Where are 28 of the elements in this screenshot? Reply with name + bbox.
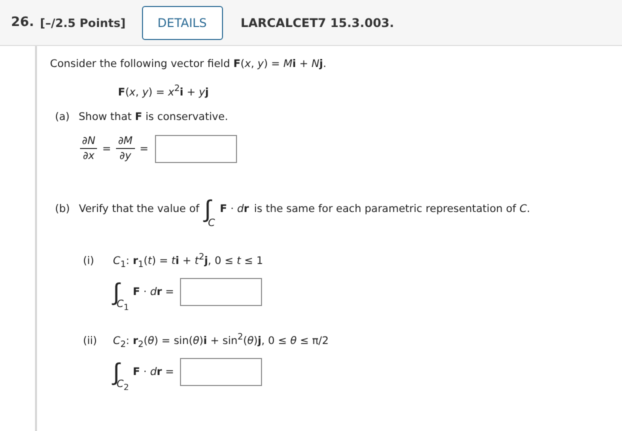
fraction-numerator: ∂M	[116, 135, 135, 149]
question-number: 26.	[11, 15, 34, 30]
integral-sign: ∫	[204, 194, 211, 222]
details-button[interactable]: DETAILS	[142, 6, 223, 40]
subpart-label: (ii)	[83, 334, 98, 347]
answer-field[interactable]	[180, 358, 262, 386]
fraction-denominator: ∂x	[82, 149, 94, 162]
equals-sign: =	[140, 142, 148, 154]
problem-code: LARCALCET7 15.3.003.	[240, 16, 394, 30]
answer-field[interactable]	[155, 134, 238, 162]
curve-formula: C$_{1}$: r$_{1}$(t) = ti + t$^{2}$j, 0 ≤ t ≤ 1	[113, 255, 264, 267]
curve-formula: C$_{2}$: r$_{2}$(θ) = sin(θ)i + sin$^{2}$(θ)j, 0 ≤ θ ≤ π/2	[113, 334, 329, 347]
points-label: [–/2.5 Points]	[40, 16, 126, 30]
fraction-denominator: ∂y	[120, 149, 132, 162]
equals-sign: =	[102, 142, 112, 154]
integrand: F · dr	[220, 202, 249, 214]
integrand: F · dr =	[132, 286, 174, 298]
part-text: Verify that the value of	[78, 202, 200, 214]
part-text: Show that F is conservative.	[78, 110, 228, 122]
part-label: (b)	[55, 202, 70, 214]
integrand: F · dr =	[132, 366, 174, 378]
part-label: (a)	[55, 110, 70, 122]
fraction-numerator: ∂N	[80, 135, 98, 149]
question-text: Consider the following vector field F(x, y) = Mi + Nj.	[50, 58, 328, 70]
subpart-label: (i)	[83, 255, 96, 267]
part-text: is the same for each parametric representation of C.	[254, 202, 530, 214]
answer-field[interactable]	[180, 278, 262, 306]
field-formula: F(x, y) = x$^{2}$i + yj	[118, 84, 210, 98]
